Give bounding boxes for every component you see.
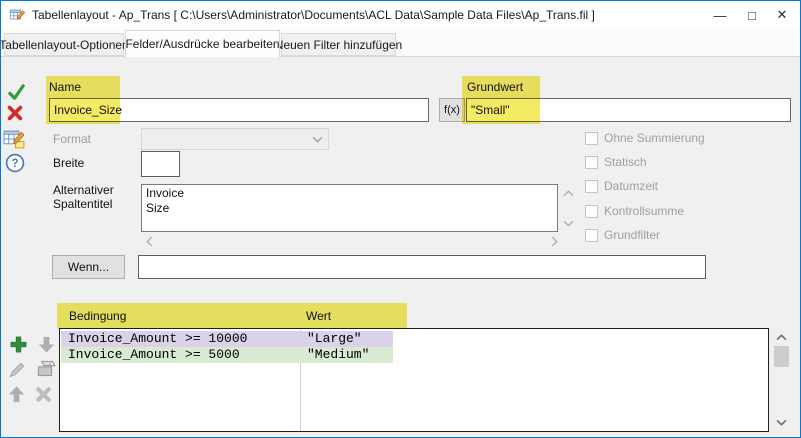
name-label: Name <box>49 80 81 94</box>
scroll-up-icon[interactable] <box>561 187 575 199</box>
bedingung-column-header: Bedingung <box>69 309 126 323</box>
edit-icon <box>8 360 27 379</box>
breite-input[interactable] <box>141 151 180 177</box>
checkbox-label: Ohne Summierung <box>604 131 705 145</box>
name-input[interactable] <box>49 98 429 122</box>
format-label: Format <box>53 132 91 146</box>
delete-icon[interactable] <box>6 104 24 122</box>
title-bar: Tabellenlayout - Ap_Trans [ C:\Users\Adm… <box>1 1 800 29</box>
scroll-right-icon[interactable] <box>547 235 561 247</box>
checkbox-icon <box>585 180 598 193</box>
tab-neuen-filter-hinzufuegen[interactable]: Neuen Filter hinzufügen <box>281 33 396 56</box>
checkbox-label: Datumzeit <box>604 179 658 193</box>
condition-row[interactable]: Invoice_Amount >= 10000 "Large" <box>61 331 393 347</box>
minimize-button[interactable]: — <box>704 1 736 29</box>
breite-label: Breite <box>53 156 84 170</box>
wenn-input[interactable] <box>138 255 706 279</box>
scroll-up-icon[interactable] <box>773 330 790 345</box>
checkbox-kontrollsumme: Kontrollsumme <box>585 204 684 218</box>
accept-icon[interactable] <box>7 83 26 102</box>
window-title: Tabellenlayout - Ap_Trans [ C:\Users\Adm… <box>32 8 595 22</box>
table-layout-icon <box>9 7 26 23</box>
condition-value: "Medium" <box>307 347 369 362</box>
condition-expression: Invoice_Amount >= 5000 <box>68 347 240 362</box>
wert-column-header: Wert <box>306 309 331 323</box>
close-button[interactable]: ✕ <box>766 1 798 29</box>
checkbox-label: Grundfilter <box>604 228 660 242</box>
grundwert-input[interactable] <box>466 98 791 122</box>
checkbox-grundfilter: Grundfilter <box>585 228 660 242</box>
condition-row[interactable]: Invoice_Amount >= 5000 "Medium" <box>61 347 393 363</box>
grundwert-label: Grundwert <box>467 80 523 94</box>
checkbox-label: Statisch <box>604 155 647 169</box>
alt-spaltentitel-label: Alternativer Spaltentitel <box>53 183 117 211</box>
tab-bar: Tabellenlayout-Optionen Felder/Ausdrücke… <box>1 29 800 57</box>
scroll-down-icon[interactable] <box>561 217 575 229</box>
fx-button[interactable]: f(x) <box>439 98 465 122</box>
scrollbar-thumb[interactable] <box>774 346 789 367</box>
condition-value: "Large" <box>307 331 362 346</box>
scroll-left-icon[interactable] <box>142 235 156 247</box>
help-icon[interactable]: ? <box>5 153 25 173</box>
checkbox-icon <box>585 156 598 169</box>
checkbox-ohne-summierung: Ohne Summierung <box>585 131 705 145</box>
chevron-down-icon <box>312 136 323 143</box>
condition-expression: Invoice_Amount >= 10000 <box>68 331 247 346</box>
add-icon[interactable] <box>9 335 28 354</box>
move-down-icon <box>37 335 56 354</box>
conditions-list: Invoice_Amount >= 10000 "Large" Invoice_… <box>59 328 769 432</box>
svg-text:?: ? <box>11 158 18 170</box>
alt-spaltentitel-textarea[interactable]: Invoice Size <box>141 184 558 232</box>
duplicate-icon <box>33 357 57 381</box>
format-dropdown <box>141 128 329 150</box>
checkbox-label: Kontrollsumme <box>604 204 684 218</box>
move-up-icon <box>7 385 26 404</box>
wenn-button[interactable]: Wenn... <box>52 255 125 279</box>
checkbox-icon <box>585 205 598 218</box>
tab-felder-ausdruecke-bearbeiten[interactable]: Felder/Ausdrücke bearbeiten <box>125 30 280 57</box>
tabellenlayout-window: Tabellenlayout - Ap_Trans [ C:\Users\Adm… <box>0 0 801 438</box>
checkbox-icon <box>585 132 598 145</box>
checkbox-datumzeit: Datumzeit <box>585 179 658 193</box>
maximize-button[interactable]: □ <box>736 1 768 29</box>
tab-tabellenlayout-optionen[interactable]: Tabellenlayout-Optionen <box>4 33 124 56</box>
scroll-down-icon[interactable] <box>773 415 790 430</box>
checkbox-statisch: Statisch <box>585 155 647 169</box>
remove-icon <box>34 385 53 404</box>
conditions-scrollbar[interactable] <box>773 330 790 430</box>
checkbox-icon <box>585 229 598 242</box>
edit-table-layout-icon[interactable] <box>3 128 26 149</box>
